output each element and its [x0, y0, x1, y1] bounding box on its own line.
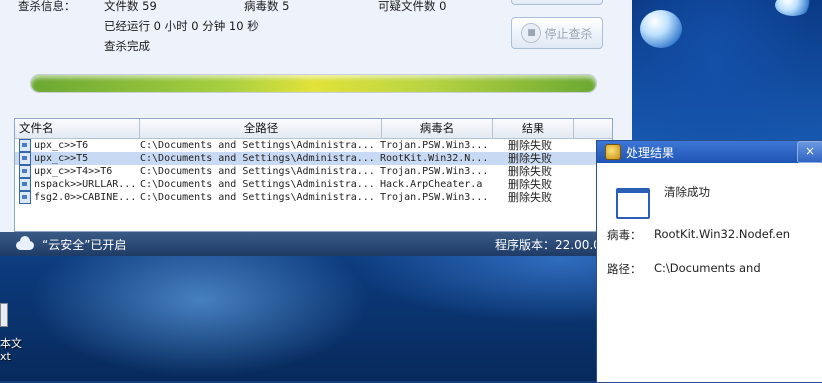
row-filename: upx_c>>T4>>T6 [34, 166, 113, 177]
close-button[interactable]: × [797, 141, 822, 163]
stop-icon: ■ [521, 23, 542, 43]
suspicious-count: 可疑文件数 0 [378, 0, 447, 13]
program-version: 程序版本：22.00.0 [495, 238, 601, 252]
path-value: C:\Documents and [654, 261, 761, 275]
results-table: 文件名 全路径 病毒名 结果 upx_c>>T6 C:\Documents an… [14, 118, 613, 232]
file-icon [19, 139, 31, 152]
row-result: 删除失败 [508, 152, 552, 165]
file-icon [19, 191, 31, 204]
dialog-body: 清除成功 病毒： RootKit.Win32.Nodef.en 路径： C:\D… [597, 163, 822, 382]
row-result: 删除失败 [508, 139, 552, 152]
row-path: C:\Documents and Settings\Administra... [140, 166, 375, 177]
row-path: C:\Documents and Settings\Administra... [140, 192, 375, 203]
scan-progress-bar [30, 74, 597, 93]
column-header-filename[interactable]: 文件名 [15, 119, 140, 138]
column-header-result[interactable]: 结果 [493, 119, 574, 138]
window-icon [616, 188, 650, 219]
row-result: 删除失败 [508, 178, 552, 191]
status-bar: “云安全”已开启 程序版本：22.00.0 [0, 232, 632, 256]
water-drop [640, 10, 682, 48]
result-dialog: 处理结果 × 清除成功 病毒： RootKit.Win32.Nodef.en 路… [596, 140, 822, 383]
desktop-icon-label: 本文 [0, 337, 22, 350]
table-row[interactable]: nspack>>URLLAR... C:\Documents and Setti… [15, 178, 612, 191]
scan-info-label: 查杀信息： [18, 0, 76, 13]
scan-progress-fill [31, 75, 596, 92]
column-header-path[interactable]: 全路径 [140, 119, 382, 138]
row-path: C:\Documents and Settings\Administra... [140, 179, 375, 190]
stop-scan-button[interactable]: ■ 停止查杀 [511, 17, 603, 49]
row-filename: nspack>>URLLAR... [34, 179, 137, 190]
virus-label: 病毒： [607, 228, 642, 242]
row-path: C:\Documents and Settings\Administra... [140, 140, 375, 151]
files-scanned-count: 文件数 59 [104, 0, 157, 13]
table-row[interactable]: fsg2.0>>CABINE... C:\Documents and Setti… [15, 191, 612, 204]
row-virus: Trojan.PSW.Win3... [380, 192, 489, 203]
scan-status: 查杀完成 [104, 39, 150, 53]
file-icon [19, 152, 31, 165]
water-drop [775, 0, 811, 16]
antivirus-main-window: 查杀信息： 文件数 59 病毒数 5 可疑文件数 0 已经运行 0 小时 0 分… [0, 0, 632, 256]
shield-icon [605, 144, 621, 160]
row-result: 删除失败 [508, 191, 552, 204]
row-filename: upx_c>>T5 [34, 153, 89, 164]
row-virus: Hack.ArpCheater.a [380, 179, 483, 190]
file-icon [19, 178, 31, 191]
row-virus: Trojan.PSW.Win3... [380, 140, 489, 151]
elapsed-time: 已经运行 0 小时 0 分钟 10 秒 [104, 19, 259, 33]
top-button[interactable] [511, 0, 603, 5]
table-row[interactable]: upx_c>>T6 C:\Documents and Settings\Admi… [15, 139, 612, 152]
row-filename: fsg2.0>>CABINE... [34, 192, 137, 203]
table-header: 文件名 全路径 病毒名 结果 [15, 119, 612, 139]
stop-scan-label: 停止查杀 [544, 26, 593, 41]
row-filename: upx_c>>T6 [34, 140, 89, 151]
path-label: 路径： [607, 262, 642, 276]
row-virus: RootKit.Win32.N... [380, 153, 489, 164]
dialog-title: 处理结果 [626, 145, 675, 160]
cloud-icon [14, 236, 36, 250]
column-header-virus[interactable]: 病毒名 [382, 119, 493, 138]
file-icon [19, 165, 31, 178]
virus-value: RootKit.Win32.Nodef.en [654, 227, 791, 241]
dialog-message: 清除成功 [664, 185, 710, 199]
row-path: C:\Documents and Settings\Administra... [140, 153, 375, 164]
row-result: 删除失败 [508, 165, 552, 178]
desktop-file-icon[interactable] [0, 303, 8, 327]
row-virus: Trojan.PSW.Win3... [380, 166, 489, 177]
cloud-security-status[interactable]: “云安全”已开启 [42, 236, 126, 253]
dialog-titlebar[interactable]: 处理结果 [597, 141, 822, 163]
table-row[interactable]: upx_c>>T5 C:\Documents and Settings\Admi… [15, 152, 612, 165]
virus-count: 病毒数 5 [244, 0, 290, 13]
table-row[interactable]: upx_c>>T4>>T6 C:\Documents and Settings\… [15, 165, 612, 178]
desktop-icon-label: xt [0, 350, 11, 363]
